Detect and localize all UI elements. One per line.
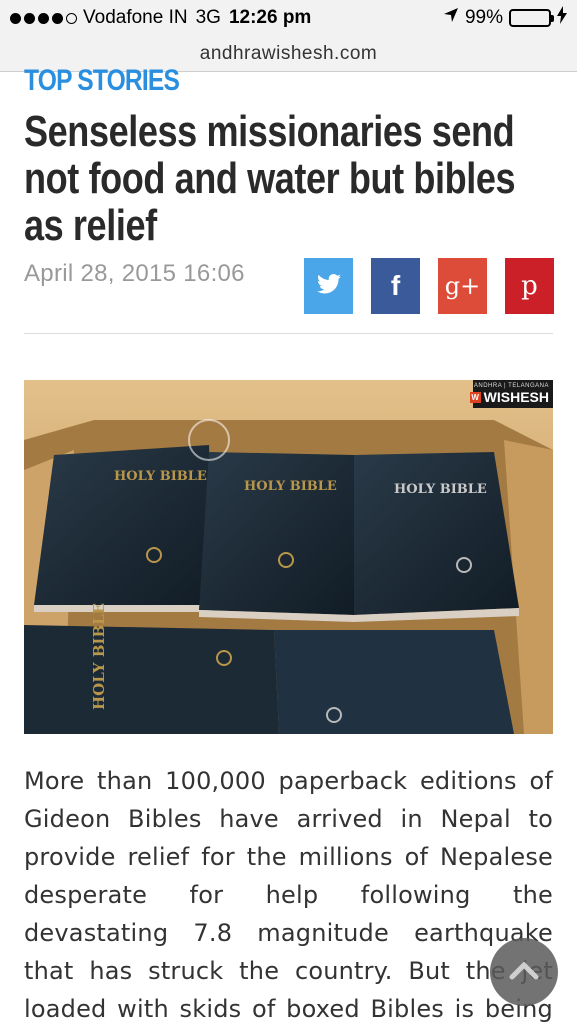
pinterest-icon: p <box>521 271 538 301</box>
twitter-share-button[interactable] <box>304 258 353 314</box>
book-label: HOLY BIBLE <box>394 482 487 497</box>
divider <box>24 333 553 334</box>
pinterest-share-button[interactable]: p <box>505 258 554 314</box>
article-image[interactable]: HOLY BIBLE HOLY BIBLE HOLY BIBLE HOLY BI… <box>24 380 553 734</box>
google-plus-icon: g+ <box>444 272 481 300</box>
battery-percent: 99% <box>464 7 503 28</box>
article-body: More than 100,000 paperback editions of … <box>24 767 553 1023</box>
scroll-to-top-button[interactable] <box>490 938 558 1006</box>
google-plus-share-button[interactable]: g+ <box>438 258 487 314</box>
book-label: HOLY BIBLE <box>90 603 108 710</box>
location-arrow-icon <box>443 7 459 29</box>
book-label: HOLY BIBLE <box>114 469 207 484</box>
bibles-in-box-illustration: HOLY BIBLE HOLY BIBLE HOLY BIBLE HOLY BI… <box>24 380 553 734</box>
article-date: April 28, 2015 16:06 <box>24 260 245 287</box>
signal-dots-icon <box>10 12 77 24</box>
book-label: HOLY BIBLE <box>244 479 337 494</box>
watermark-brand: WISHESH <box>483 389 549 405</box>
network-type: 3G <box>195 7 221 28</box>
clock: 12:26 pm <box>228 7 312 28</box>
site-watermark: ANDHRA | TELANGANA W WISHESH <box>469 380 553 408</box>
url-text[interactable]: andhrawishesh.com <box>200 43 377 65</box>
article-headline: Senseless missionaries send not food and… <box>24 107 516 250</box>
battery-icon <box>509 9 554 27</box>
watermark-logo-icon: W <box>469 391 481 403</box>
carrier-name: Vodafone IN <box>83 7 188 28</box>
chevron-up-icon <box>509 960 539 985</box>
charging-bolt-icon <box>557 6 567 30</box>
facebook-share-button[interactable]: f <box>371 258 420 314</box>
facebook-icon: f <box>390 270 401 301</box>
section-label[interactable]: TOP STORIES <box>24 64 180 98</box>
twitter-icon <box>316 273 341 299</box>
status-bar: Vodafone IN 3G 12:26 pm 99% <box>0 0 577 36</box>
